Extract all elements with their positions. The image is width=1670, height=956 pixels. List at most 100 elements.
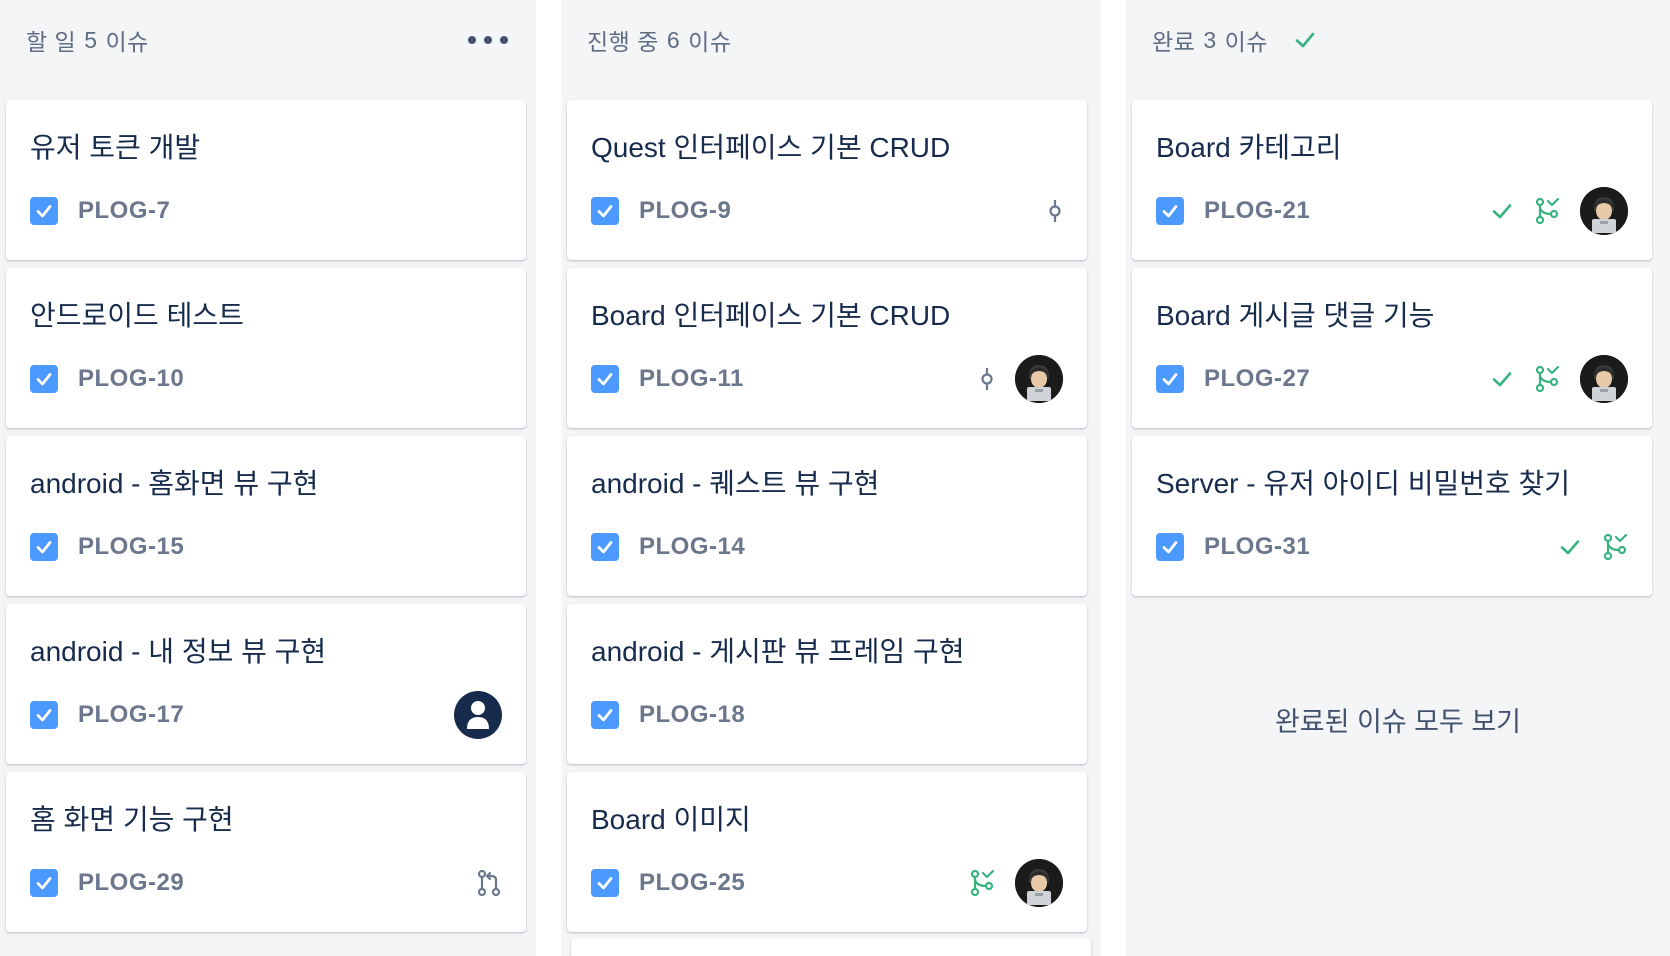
column-count: 6 — [666, 26, 681, 53]
issue-card[interactable]: android - 게시판 뷰 프레임 구현 PLOG-18 — [567, 604, 1087, 764]
column-in-progress: 진행 중 6 이슈 Quest 인터페이스 기본 CRUD PLOG-9 Boa… — [561, 0, 1101, 956]
story-icon — [30, 533, 58, 561]
card-footer-icons — [979, 355, 1063, 403]
commit-icon — [979, 366, 995, 392]
merged-pr-icon — [1534, 197, 1560, 225]
column-issues-label: 이슈 — [105, 29, 149, 55]
card-footer: PLOG-31 — [1156, 524, 1628, 570]
card-footer: PLOG-11 — [591, 355, 1063, 403]
issue-key[interactable]: PLOG-7 — [78, 197, 170, 225]
card-footer-icons — [476, 869, 502, 897]
issue-key[interactable]: PLOG-18 — [639, 701, 745, 729]
default-user-avatar[interactable] — [454, 691, 502, 739]
issue-card-partial[interactable] — [571, 938, 1091, 956]
column-name: 완료 — [1152, 29, 1196, 55]
dot — [484, 36, 492, 44]
check-icon — [1490, 367, 1514, 391]
card-title: 안드로이드 테스트 — [30, 300, 244, 331]
check-icon — [1490, 199, 1514, 223]
card-footer: PLOG-17 — [30, 691, 502, 739]
issue-card[interactable]: Board 카테고리 PLOG-21 — [1132, 100, 1652, 260]
card-title: android - 퀘스트 뷰 구현 — [591, 468, 880, 499]
card-title: Server - 유저 아이디 비밀번호 찾기 — [1156, 468, 1571, 499]
card-footer: PLOG-29 — [30, 860, 502, 906]
column-header: 완료 3 이슈 — [1152, 22, 1316, 58]
story-icon — [591, 197, 619, 225]
issue-key[interactable]: PLOG-15 — [78, 533, 184, 561]
issue-key[interactable]: PLOG-29 — [78, 869, 184, 897]
issue-card[interactable]: Board 이미지 PLOG-25 — [567, 772, 1087, 932]
column-count: 5 — [84, 26, 98, 53]
issue-card[interactable]: android - 퀘스트 뷰 구현 PLOG-14 — [567, 436, 1087, 596]
story-icon — [591, 365, 619, 393]
issue-key[interactable]: PLOG-21 — [1204, 197, 1310, 225]
issue-key[interactable]: PLOG-9 — [639, 197, 731, 225]
commit-icon — [1047, 198, 1063, 224]
card-footer-icons — [1047, 198, 1063, 224]
column-header: 할 일 5 이슈 — [26, 22, 149, 58]
user-photo-avatar[interactable] — [1015, 859, 1063, 907]
card-title: 홈 화면 기능 구현 — [30, 804, 234, 835]
issue-card[interactable]: Server - 유저 아이디 비밀번호 찾기 PLOG-31 — [1132, 436, 1652, 596]
issue-card[interactable]: Quest 인터페이스 기본 CRUD PLOG-9 — [567, 100, 1087, 260]
issue-key[interactable]: PLOG-27 — [1204, 365, 1310, 393]
check-icon — [1558, 535, 1582, 559]
story-icon — [591, 533, 619, 561]
issue-card[interactable]: 유저 토큰 개발 PLOG-7 — [6, 100, 526, 260]
issue-card[interactable]: 홈 화면 기능 구현 PLOG-29 — [6, 772, 526, 932]
issue-key[interactable]: PLOG-25 — [639, 869, 745, 897]
issue-card[interactable]: android - 내 정보 뷰 구현 PLOG-17 — [6, 604, 526, 764]
story-icon — [30, 869, 58, 897]
story-icon — [30, 701, 58, 729]
card-title: 유저 토큰 개발 — [30, 132, 201, 163]
issue-card[interactable]: 안드로이드 테스트 PLOG-10 — [6, 268, 526, 428]
user-photo-avatar[interactable] — [1015, 355, 1063, 403]
card-footer: PLOG-9 — [591, 188, 1063, 234]
story-icon — [591, 869, 619, 897]
column-todo: 할 일 5 이슈 유저 토큰 개발 PLOG-7 안드로이드 테스트 PLOG-… — [0, 0, 536, 956]
merged-pr-icon — [969, 869, 995, 897]
card-footer: PLOG-18 — [591, 692, 1063, 738]
column-done: 완료 3 이슈 Board 카테고리 PLOG-21 Board 게시글 댓글 … — [1126, 0, 1670, 956]
more-options-button[interactable] — [468, 26, 508, 54]
issue-key[interactable]: PLOG-14 — [639, 533, 745, 561]
story-icon — [1156, 533, 1184, 561]
user-photo-avatar[interactable] — [1580, 355, 1628, 403]
story-icon — [1156, 197, 1184, 225]
view-all-done-link[interactable]: 완료된 이슈 모두 보기 — [1126, 700, 1670, 739]
issue-key[interactable]: PLOG-11 — [639, 365, 744, 393]
card-title: android - 내 정보 뷰 구현 — [30, 636, 327, 667]
story-icon — [1156, 365, 1184, 393]
column-count: 3 — [1203, 26, 1217, 53]
story-icon — [30, 365, 58, 393]
card-footer: PLOG-10 — [30, 356, 502, 402]
card-title: Quest 인터페이스 기본 CRUD — [591, 132, 951, 163]
issue-key[interactable]: PLOG-17 — [78, 701, 184, 729]
card-title: android - 게시판 뷰 프레임 구현 — [591, 636, 965, 667]
card-footer-icons — [969, 859, 1063, 907]
card-title: Board 이미지 — [591, 804, 751, 835]
issue-key[interactable]: PLOG-10 — [78, 365, 184, 393]
issue-key[interactable]: PLOG-31 — [1204, 533, 1310, 561]
card-footer: PLOG-21 — [1156, 187, 1628, 235]
merged-pr-icon — [1534, 365, 1560, 393]
column-name: 진행 중 — [587, 29, 659, 55]
card-footer-icons — [1490, 355, 1628, 403]
user-photo-avatar[interactable] — [1580, 187, 1628, 235]
kanban-board: 할 일 5 이슈 유저 토큰 개발 PLOG-7 안드로이드 테스트 PLOG-… — [0, 0, 1670, 956]
card-footer: PLOG-25 — [591, 859, 1063, 907]
card-title: Board 게시글 댓글 기능 — [1156, 300, 1435, 331]
issue-card[interactable]: android - 홈화면 뷰 구현 PLOG-15 — [6, 436, 526, 596]
done-check-icon — [1294, 29, 1316, 51]
column-name: 할 일 — [26, 29, 77, 55]
issue-card[interactable]: Board 인터페이스 기본 CRUD PLOG-11 — [567, 268, 1087, 428]
card-footer: PLOG-27 — [1156, 355, 1628, 403]
column-issues-label: 이슈 — [688, 29, 732, 55]
card-footer: PLOG-15 — [30, 524, 502, 570]
card-title: Board 카테고리 — [1156, 132, 1342, 163]
dot — [468, 36, 476, 44]
merged-pr-icon — [1602, 533, 1628, 561]
issue-card[interactable]: Board 게시글 댓글 기능 PLOG-27 — [1132, 268, 1652, 428]
column-header: 진행 중 6 이슈 — [587, 22, 732, 58]
story-icon — [30, 197, 58, 225]
